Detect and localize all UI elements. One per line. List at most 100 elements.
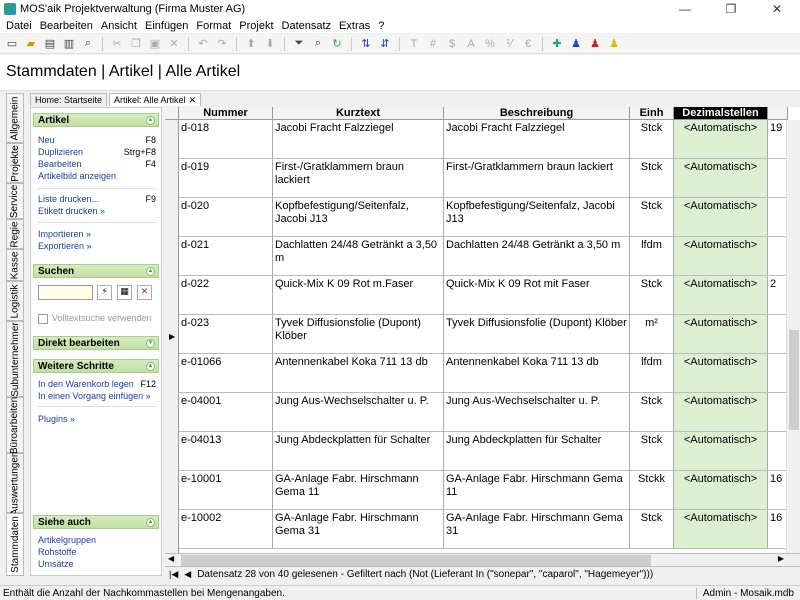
collapse-icon[interactable]: ▲	[146, 115, 155, 125]
vtab-subunternehmer[interactable]: Subunternehmer	[6, 321, 24, 397]
vtab-allgemein[interactable]: Allgemein	[6, 93, 24, 143]
cell-einh[interactable]: Stck	[630, 120, 674, 158]
vtab-auswertungen[interactable]: Auswertungen	[6, 451, 24, 515]
column-header-einh[interactable]: Einh	[630, 107, 674, 120]
menu-help[interactable]: ?	[374, 20, 388, 32]
column-header-dezimalstellen[interactable]: Dezimalstellen	[674, 107, 768, 120]
cell-einh[interactable]: Stckk	[630, 471, 674, 509]
new-file-icon[interactable]: ▭	[4, 36, 20, 52]
cell-nummer[interactable]: d-021	[179, 237, 273, 275]
menu-projekt[interactable]: Projekt	[235, 20, 277, 32]
cell-dez[interactable]: <Automatisch>	[674, 237, 768, 275]
vertical-scrollbar[interactable]	[786, 120, 800, 553]
cell-beschr[interactable]: Jacobi Fracht Falzziegel	[444, 120, 630, 158]
cell-beschr[interactable]: Quick-Mix K 09 Rot mit Faser	[444, 276, 630, 314]
filter-icon[interactable]: ⏷	[291, 36, 307, 52]
collapse-icon[interactable]: ▲	[146, 361, 155, 371]
fulltext-checkbox[interactable]	[38, 314, 48, 324]
action-plugins[interactable]: Plugins »	[38, 414, 156, 424]
link-rohstoffe[interactable]: Rohstoffe	[38, 547, 156, 557]
search-go-icon[interactable]: ⚡	[97, 285, 112, 300]
cell-einh[interactable]: Stck	[630, 393, 674, 431]
cell-beschr[interactable]: Jung Aus-Wechselschalter u. P.	[444, 393, 630, 431]
cell-nummer[interactable]: d-018	[179, 120, 273, 158]
menu-einfuegen[interactable]: Einfügen	[141, 20, 192, 32]
menu-bearbeiten[interactable]: Bearbeiten	[36, 20, 97, 32]
undo-icon[interactable]: ↶	[195, 36, 211, 52]
print-icon[interactable]: ▤	[42, 36, 58, 52]
action-vorgang-einfuegen[interactable]: In einen Vorgang einfügen »	[38, 391, 156, 401]
cell-extra[interactable]: 16	[768, 471, 788, 509]
module-icon[interactable]: ✚	[549, 36, 565, 52]
cell-einh[interactable]: lfdm	[630, 354, 674, 392]
print-preview-icon[interactable]: ▥	[61, 36, 77, 52]
menu-format[interactable]: Format	[192, 20, 235, 32]
cell-nummer[interactable]: e-04001	[179, 393, 273, 431]
vtab-stammdaten[interactable]: Stammdaten	[6, 513, 24, 576]
cell-einh[interactable]: Stck	[630, 276, 674, 314]
cell-kurz[interactable]: Jung Abdeckplatten für Schalter	[273, 432, 444, 470]
find-icon[interactable]: ⌕	[310, 36, 326, 52]
currency-icon[interactable]: $	[444, 36, 460, 52]
column-header-extra[interactable]	[768, 107, 788, 120]
action-etikett-drucken[interactable]: Etikett drucken »	[38, 206, 156, 216]
cell-einh[interactable]: Stck	[630, 198, 674, 236]
section-siehe-header[interactable]: Siehe auch ▲	[33, 515, 159, 529]
cell-kurz[interactable]: Dachlatten 24/48 Getränkt a 3,50 m	[273, 237, 444, 275]
cell-kurz[interactable]: First-/Gratklammern braun lackiert	[273, 159, 444, 197]
scroll-left-icon[interactable]: ◀	[168, 554, 174, 563]
first-record-icon[interactable]: |◀	[169, 569, 178, 580]
column-header-kurztext[interactable]: Kurztext	[273, 107, 444, 120]
cell-beschr[interactable]: Jung Abdeckplatten für Schalter	[444, 432, 630, 470]
close-button[interactable]: ✕	[754, 0, 800, 18]
search-filter-icon[interactable]: ▦	[117, 285, 132, 300]
cell-extra[interactable]	[768, 237, 788, 275]
expand-icon[interactable]: ▼	[146, 338, 155, 348]
collapse-icon[interactable]: ▲	[146, 517, 155, 527]
maximize-button[interactable]: ❐	[708, 0, 754, 18]
font-a-icon[interactable]: A	[463, 36, 479, 52]
table-row[interactable]: d-022 Quick-Mix K 09 Rot m.Faser Quick-Mix…	[179, 276, 788, 315]
cell-kurz[interactable]: Quick-Mix K 09 Rot m.Faser	[273, 276, 444, 314]
table-row[interactable]: e-10001 GA-Anlage Fabr. Hirschmann Gema 1…	[179, 471, 788, 510]
table-row[interactable]: d-018 Jacobi Fracht Falzziegel Jacobi Frac…	[179, 120, 788, 159]
cell-dez[interactable]: <Automatisch>	[674, 159, 768, 197]
vtab-regie[interactable]: Regie	[6, 219, 24, 249]
section-artikel-header[interactable]: Artikel ▲	[33, 113, 159, 127]
cell-nummer[interactable]: e-10002	[179, 510, 273, 548]
cell-beschr[interactable]: GA-Anlage Fabr. Hirschmann Gema 11	[444, 471, 630, 509]
user-yellow-icon[interactable]: ♟	[606, 36, 622, 52]
cell-nummer[interactable]: e-01066	[179, 354, 273, 392]
number-format-icon[interactable]: #	[425, 36, 441, 52]
cell-kurz[interactable]: Jacobi Fracht Falzziegel	[273, 120, 444, 158]
table-row[interactable]: e-04013 Jung Abdeckplatten für Schalter Ju…	[179, 432, 788, 471]
prev-record-icon[interactable]: ◀	[184, 569, 191, 580]
vtab-logistik[interactable]: Logistik	[6, 281, 24, 321]
text-format-icon[interactable]: T	[406, 36, 422, 52]
tab-home[interactable]: Home: Startseite	[30, 93, 108, 106]
cell-einh[interactable]: Stck	[630, 432, 674, 470]
cell-dez[interactable]: <Automatisch>	[674, 315, 768, 353]
user-red-icon[interactable]: ♟	[587, 36, 603, 52]
cell-extra[interactable]	[768, 159, 788, 197]
cut-icon[interactable]: ✂	[109, 36, 125, 52]
cell-kurz[interactable]: Antennenkabel Koka 711 13 db	[273, 354, 444, 392]
cell-extra[interactable]	[768, 432, 788, 470]
table-row[interactable]: e-10002 GA-Anlage Fabr. Hirschmann Gema 3…	[179, 510, 788, 549]
menu-extras[interactable]: Extras	[335, 20, 374, 32]
cell-einh[interactable]: m²	[630, 315, 674, 353]
copy-icon[interactable]: ❐	[128, 36, 144, 52]
vertical-scroll-thumb[interactable]	[789, 330, 799, 430]
search-input[interactable]	[38, 285, 93, 300]
cell-extra[interactable]: 16	[768, 510, 788, 548]
minimize-button[interactable]: —	[662, 0, 708, 18]
euro-icon[interactable]: €	[520, 36, 536, 52]
sort-descending-icon[interactable]: ⇵	[377, 36, 393, 52]
cell-beschr[interactable]: Antennenkabel Koka 711 13 db	[444, 354, 630, 392]
sort-ascending-icon[interactable]: ⇅	[358, 36, 374, 52]
cell-beschr[interactable]: First-/Gratklammern braun lackiert	[444, 159, 630, 197]
cell-dez[interactable]: <Automatisch>	[674, 432, 768, 470]
menu-datensatz[interactable]: Datensatz	[278, 20, 336, 32]
move-up-icon[interactable]: ⬆	[243, 36, 259, 52]
cell-kurz[interactable]: Jung Aus-Wechselschalter u. P.	[273, 393, 444, 431]
